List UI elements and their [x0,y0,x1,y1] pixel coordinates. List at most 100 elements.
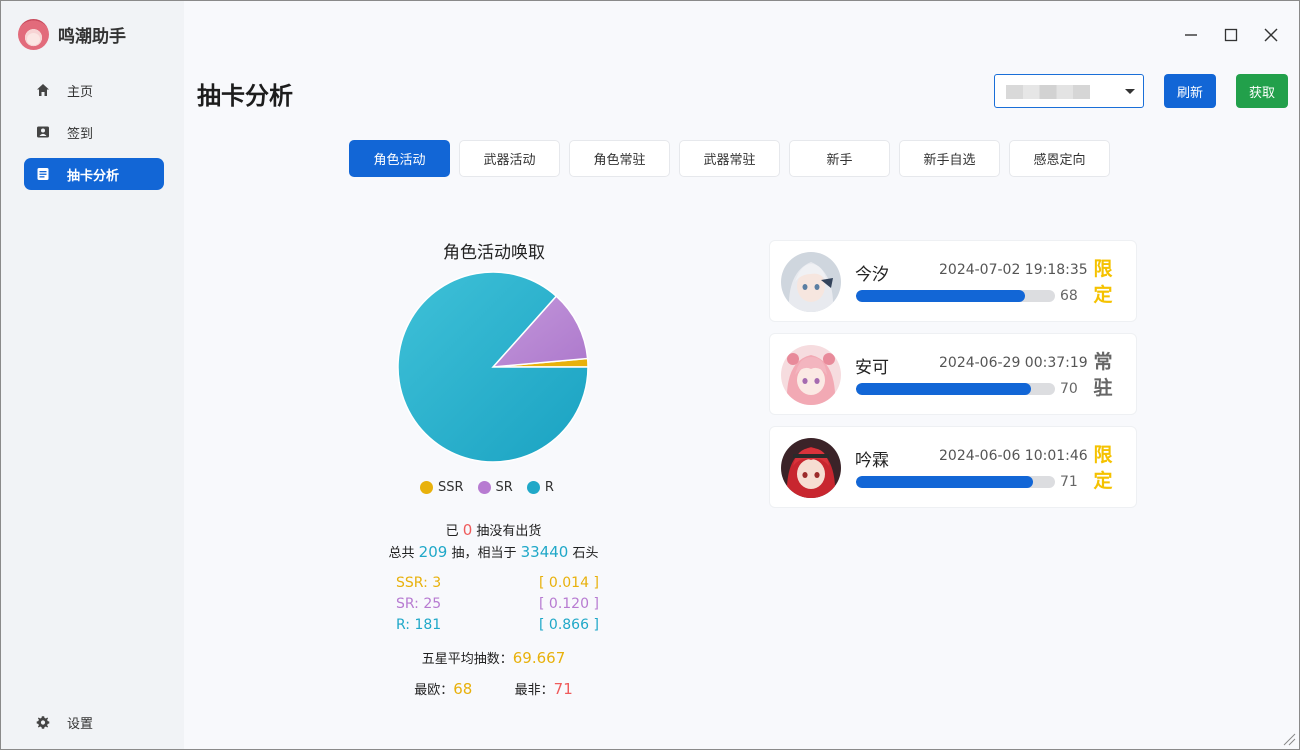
tag-char: 常 [1093,351,1113,373]
tag-char: 定 [1093,284,1113,306]
tab-character-standard[interactable]: 角色常驻 [569,140,670,177]
pull-time: 2024-06-29 00:37:19 [939,355,1088,371]
stat-text: 最非： [514,683,554,698]
account-select-value-redacted [1006,85,1090,99]
legend-dot [477,481,491,494]
avg-value: 69.667 [512,649,566,667]
record-card: 安可 2024-06-29 00:37:19 70 常 驻 [769,333,1137,415]
chevron-down-icon [1125,89,1135,94]
worst-value: 71 [553,680,573,698]
legend-label: SSR [438,480,464,495]
pity-progress-bar [856,476,1055,488]
total-line: 总共 209 抽，相当于 33440 石头 [351,542,636,561]
sidebar-item-gacha-analysis[interactable]: 抽卡分析 [24,158,164,190]
best-worst-line: 最欧：68 最非：71 [351,679,636,698]
legend-item-r[interactable]: R [526,480,554,495]
sidebar-item-label: 签到 [67,126,94,142]
pity-progress-fill [856,476,1034,488]
app-logo [18,18,49,50]
sr-count: SR: 25 [396,596,442,612]
sidebar-item-label: 主页 [67,84,94,100]
tab-beginner[interactable]: 新手 [789,140,890,177]
refresh-button[interactable]: 刷新 [1164,74,1216,108]
maximize-icon [1224,28,1238,42]
stat-text: 已 [445,524,459,539]
best-value: 68 [453,680,473,698]
app-title: 鸣潮助手 [58,26,126,47]
page-title: 抽卡分析 [197,82,293,110]
avatar [781,438,841,498]
banner-type-tag: 限 定 [1091,442,1115,494]
sidebar-item-label: 设置 [67,716,94,732]
legend-label: SR [495,480,513,495]
record-card: 吟霖 2024-06-06 10:01:46 71 限 定 [769,426,1137,508]
tab-weapon-standard[interactable]: 武器常驻 [679,140,780,177]
pie-chart [397,271,589,463]
sidebar-item-home[interactable]: 主页 [24,74,164,106]
chart-title: 角色活动唤取 [443,243,545,263]
pull-time: 2024-07-02 19:18:35 [939,262,1088,278]
avatar [781,345,841,405]
pull-time: 2024-06-06 10:01:46 [939,448,1088,464]
home-icon [36,83,50,97]
pity-progress-bar [856,290,1055,302]
sidebar-nav: 主页 签到 抽卡分析 [24,74,164,200]
sidebar-item-settings[interactable]: 设置 [24,706,164,738]
record-card: 今汐 2024-07-02 19:18:35 68 限 定 [769,240,1137,322]
stat-text: 总共 [388,546,415,561]
stat-text: 石头 [572,546,599,561]
pity-progress-bar [856,383,1055,395]
tab-thanksgiving[interactable]: 感恩定向 [1009,140,1110,177]
banner-type-tag: 常 驻 [1091,349,1115,401]
r-ratio: [ 0.866 ] [539,617,599,633]
avg-line: 五星平均抽数：69.667 [351,648,636,667]
avatar [781,252,841,312]
ssr-ratio: [ 0.014 ] [539,575,599,591]
no-drop-count: 0 [462,521,473,539]
total-stones: 33440 [520,543,569,561]
legend-item-sr[interactable]: SR [477,480,513,495]
pool-tabs: 角色活动 武器活动 角色常驻 武器常驻 新手 新手自选 感恩定向 [349,140,1119,177]
no-drop-line: 已 0 抽没有出货 [351,520,636,539]
character-name: 吟霖 [855,451,889,471]
close-button[interactable] [1259,23,1283,47]
pity-progress-fill [856,383,1032,395]
character-name: 安可 [855,358,889,378]
sidebar-item-label: 抽卡分析 [67,168,120,184]
tab-beginner-selector[interactable]: 新手自选 [899,140,1000,177]
sr-ratio: [ 0.120 ] [539,596,599,612]
sidebar-item-checkin[interactable]: 签到 [24,116,164,148]
close-icon [1264,28,1278,42]
brand: 鸣潮助手 [18,18,126,50]
stat-text: 抽，相当于 [451,546,517,561]
minimize-button[interactable] [1179,23,1203,47]
tag-char: 限 [1093,444,1113,466]
legend-item-ssr[interactable]: SSR [420,480,464,495]
tab-weapon-event[interactable]: 武器活动 [459,140,560,177]
character-name: 今汐 [855,265,889,285]
minimize-icon [1185,34,1197,36]
document-icon [36,167,50,181]
maximize-button[interactable] [1219,23,1243,47]
fetch-button[interactable]: 获取 [1236,74,1288,108]
app-window: 鸣潮助手 主页 签到 抽卡分析 设置 抽卡分析 刷新 获取 角色活动 武器活动 … [0,0,1300,750]
legend-label: R [544,480,554,495]
stat-text: 五星平均抽数： [421,652,513,667]
legend-dot [420,481,433,494]
pity-count: 68 [1060,288,1078,304]
id-card-icon [36,125,50,139]
tab-character-event[interactable]: 角色活动 [349,140,450,177]
resize-grip-icon[interactable] [1282,732,1296,746]
chart-legend: SSR SR R [420,480,568,495]
tag-char: 驻 [1093,377,1113,399]
r-count: R: 181 [396,617,442,633]
gear-icon [36,715,50,729]
banner-type-tag: 限 定 [1091,256,1115,308]
total-pulls: 209 [418,543,448,561]
tag-char: 定 [1093,470,1113,492]
ssr-count: SSR: 3 [396,575,442,591]
account-select[interactable] [994,74,1144,108]
pity-progress-fill [856,290,1026,302]
legend-dot [526,481,540,494]
pity-count: 71 [1060,474,1078,490]
